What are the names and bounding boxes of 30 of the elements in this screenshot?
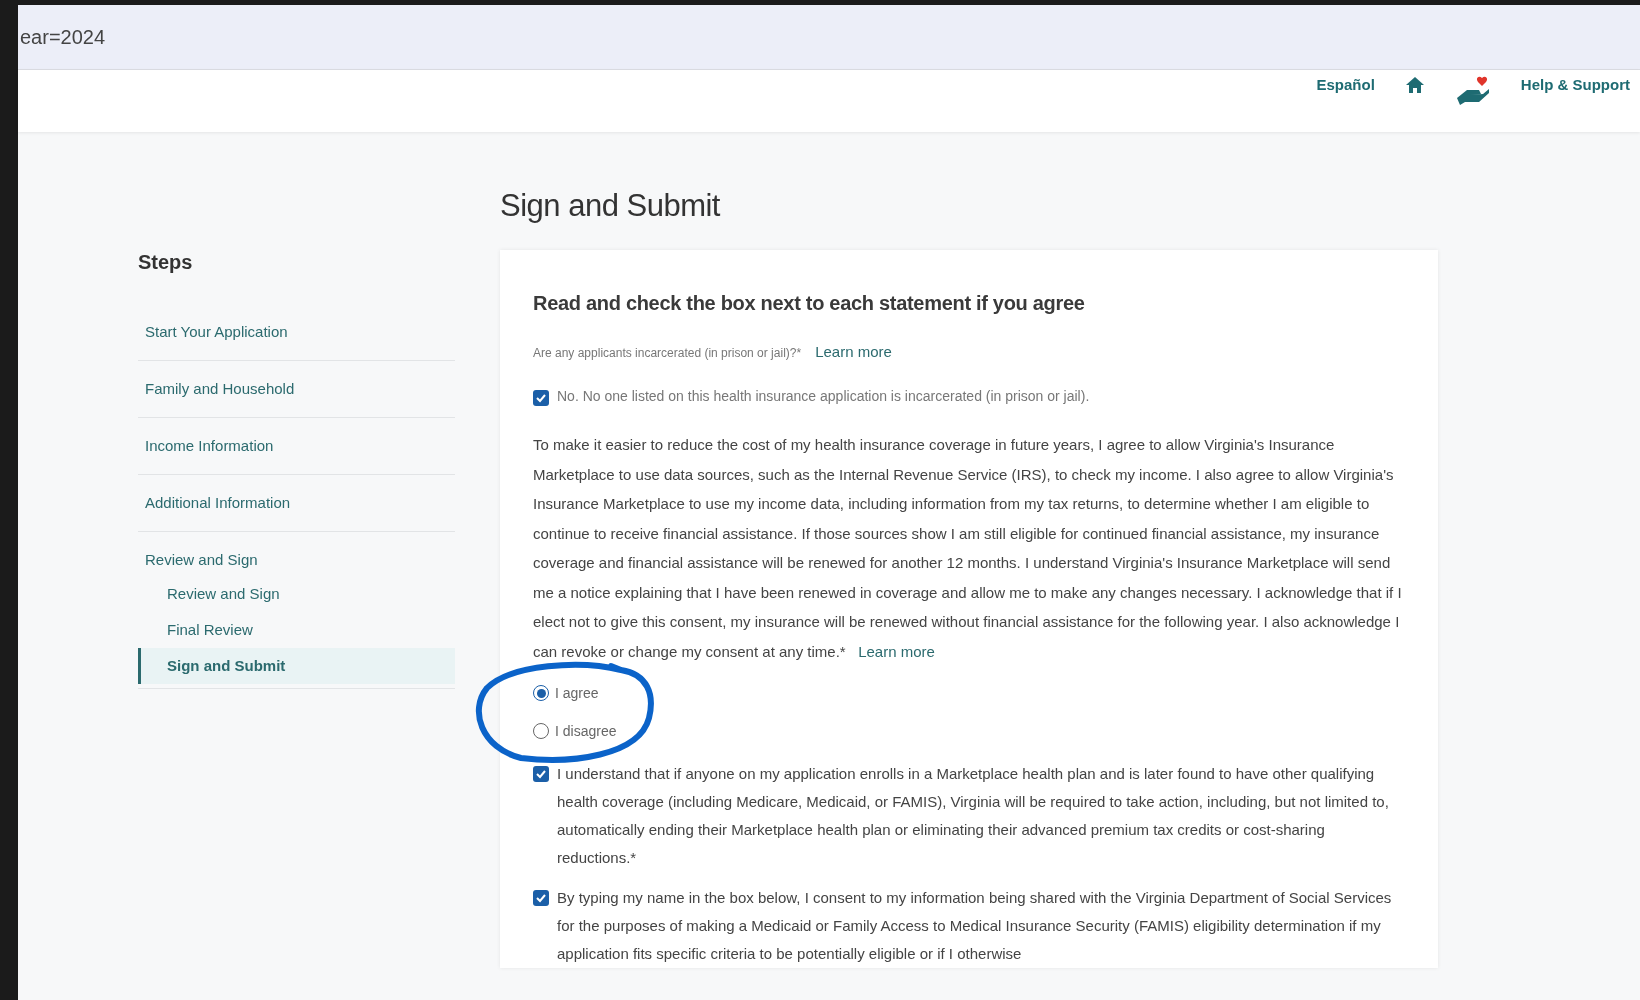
home-icon[interactable] <box>1404 76 1425 94</box>
hand-heart-icon[interactable] <box>1454 76 1491 106</box>
statement-text: I understand that if anyone on my application enrolls in a Marketplace health plan and is later found to have other qualifying health coverage (including Medicare, Medicaid, or FAMIS), Virginia will be required to take action, including, but not limited to, automatically ending their Marketplace health plan or eliminating their advanced premium tax credits or cost-sharing reductions.* <box>557 764 1390 868</box>
sidebar-title: Steps <box>138 251 194 274</box>
substep-link[interactable]: Final Review <box>138 612 455 648</box>
step-link[interactable]: Review and Sign <box>138 532 455 576</box>
step-link[interactable]: Family and Household <box>138 361 455 418</box>
radio-button[interactable] <box>533 723 549 739</box>
radio-label: I disagree <box>555 723 617 739</box>
page-title: Sign and Submit <box>500 188 721 224</box>
checkbox[interactable] <box>533 890 549 906</box>
step-link[interactable]: Start Your Application <box>138 304 455 361</box>
checkbox[interactable] <box>533 390 549 406</box>
learn-more-link[interactable]: Learn more <box>815 343 892 360</box>
question-label: Are any applicants incarcerated (in prison or jail)?* <box>533 346 802 360</box>
step-link[interactable]: Income Information <box>138 418 455 475</box>
substep-link[interactable]: Review and Sign <box>138 576 455 612</box>
statement-text: By typing my name in the box below, I consent to my information being shared with the Virginia Department of Social Services for the purposes of making a Medicaid or Family Access to Medical Insurance Security (FAMIS) eligibility determination if my application fits specific criteria to be potentially eligible or if I otherwise <box>557 888 1393 964</box>
learn-more-link[interactable]: Learn more <box>858 642 935 660</box>
step-link[interactable]: Additional Information <box>138 475 455 532</box>
address-text[interactable]: ear=2024 <box>20 25 106 49</box>
consent-paragraph: To make it easier to reduce the cost of my health insurance coverage in future years, I agree to allow Virginia's Insurance Marketplace to use data sources, such as the Internal Revenue Service (IRS), to check my income. I also agree to allow Virginia's Insurance Marketplace to use my income data, including information from my tax returns, to determine whether I am eligible to continue to receive financial assistance. If those sources show I am still eligible for continued financial assistance, my insurance coverage and financial assistance will be renewed for another 12 months. I understand Virginia's Insurance Marketplace will send me a notice explaining that I have been renewed in coverage and allow me to make any changes necessary. I acknowledge that if I elect not to give this consent, my insurance will be renewed without financial assistance for the following year. I also acknowledge I can revoke or change my consent at any time.* Learn more <box>533 435 1403 662</box>
header-link[interactable]: Help & Support <box>1520 76 1630 93</box>
section-heading: Read and check the box next to each statement if you agree <box>533 292 1086 315</box>
radio-button[interactable] <box>533 685 549 701</box>
checkbox-label: No. No one listed on this health insurance application is incarcerated (in prison or jail). <box>557 388 1090 404</box>
substep-link[interactable]: Sign and Submit <box>138 648 455 684</box>
radio-label: I agree <box>555 685 599 701</box>
checkbox[interactable] <box>533 766 549 782</box>
header-link[interactable]: Español <box>1316 76 1375 93</box>
